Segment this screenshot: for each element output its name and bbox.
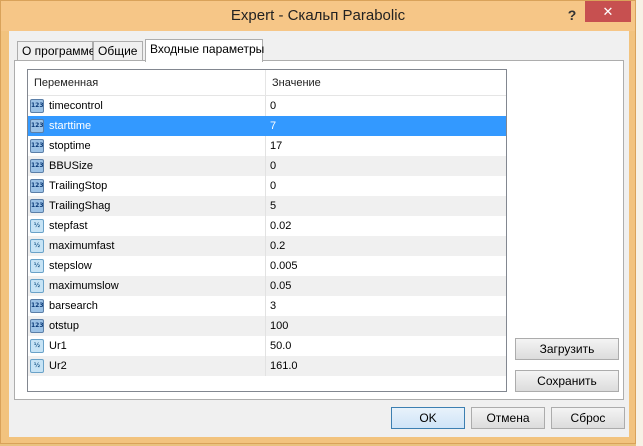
parameter-row[interactable]: 123 starttime 7 [28,116,506,136]
dialog-body: О программе Общие Входные параметры Пере… [9,31,629,437]
parameter-value-cell[interactable]: 17 [266,136,282,156]
parameter-name-cell[interactable]: ½ stepfast [28,216,266,236]
parameter-value-cell[interactable]: 3 [266,296,276,316]
parameter-name-cell[interactable]: 123 barsearch [28,296,266,316]
parameter-name-cell[interactable]: 123 stoptime [28,136,266,156]
parameter-name: otstup [49,320,79,332]
parameter-value-cell[interactable]: 50.0 [266,336,291,356]
parameter-row[interactable]: 123 barsearch 3 [28,296,506,316]
integer-type-icon: 123 [30,159,44,173]
parameter-row[interactable]: ½ stepfast 0.02 [28,216,506,236]
close-button[interactable]: ✕ [585,1,631,22]
dialog-title: Expert - Скальп Parabolic [230,7,406,24]
title-bar[interactable]: Expert - Скальп Parabolic ? ✕ [1,1,635,31]
background-edge [636,0,643,446]
tab-about[interactable]: О программе [17,41,95,61]
column-header-value[interactable]: Значение [266,70,321,95]
parameter-name: barsearch [49,300,98,312]
parameter-name-cell[interactable]: 123 TrailingShag [28,196,266,216]
double-type-icon: ½ [30,259,44,273]
parameter-name-cell[interactable]: ½ Ur2 [28,356,266,376]
parameter-name-cell[interactable]: ½ stepslow [28,256,266,276]
integer-type-icon: 123 [30,319,44,333]
close-icon: ✕ [602,4,614,19]
parameter-name-cell[interactable]: 123 BBUSize [28,156,266,176]
tab-common[interactable]: Общие [93,41,143,61]
parameter-name: maximumslow [49,280,119,292]
parameter-name: stepslow [49,260,92,272]
parameter-row[interactable]: 123 otstup 100 [28,316,506,336]
double-type-icon: ½ [30,279,44,293]
parameter-name-cell[interactable]: ½ maximumslow [28,276,266,296]
parameter-name-cell[interactable]: 123 otstup [28,316,266,336]
help-button[interactable]: ? [561,5,583,25]
parameter-name: stoptime [49,140,91,152]
parameter-name: timecontrol [49,100,103,112]
parameter-row[interactable]: 123 TrailingShag 5 [28,196,506,216]
parameter-value-cell[interactable]: 5 [266,196,276,216]
grid-rows: 123 timecontrol 0 123 starttime 7 123 stoptime 1… [28,96,506,376]
parameter-name: stepfast [49,220,88,232]
integer-type-icon: 123 [30,299,44,313]
parameter-row[interactable]: 123 stoptime 17 [28,136,506,156]
parameter-value-cell[interactable]: 0.02 [266,216,291,236]
parameter-row[interactable]: ½ stepslow 0.005 [28,256,506,276]
parameter-name: maximumfast [49,240,115,252]
parameter-name: TrailingShag [49,200,111,212]
parameter-row[interactable]: ½ maximumfast 0.2 [28,236,506,256]
parameter-name: BBUSize [49,160,94,172]
reset-button[interactable]: Сброс [551,407,625,429]
parameter-value-cell[interactable]: 7 [266,116,276,136]
parameter-value-cell[interactable]: 0.2 [266,236,285,256]
integer-type-icon: 123 [30,139,44,153]
parameter-row[interactable]: 123 TrailingStop 0 [28,176,506,196]
parameter-name: Ur2 [49,360,67,372]
parameter-value-cell[interactable]: 0 [266,96,276,116]
parameter-value-cell[interactable]: 0 [266,156,276,176]
integer-type-icon: 123 [30,99,44,113]
parameter-row[interactable]: ½ Ur2 161.0 [28,356,506,376]
parameter-value-cell[interactable]: 0.005 [266,256,298,276]
parameter-name: starttime [49,120,92,132]
column-header-variable[interactable]: Переменная [28,70,266,95]
parameter-row[interactable]: 123 timecontrol 0 [28,96,506,116]
tab-input-parameters[interactable]: Входные параметры [145,39,264,62]
double-type-icon: ½ [30,359,44,373]
parameter-name-cell[interactable]: 123 TrailingStop [28,176,266,196]
integer-type-icon: 123 [30,179,44,193]
parameter-value-cell[interactable]: 0.05 [266,276,291,296]
ok-button[interactable]: OK [391,407,465,429]
parameter-name-cell[interactable]: 123 starttime [28,116,266,136]
grid-header: Переменная Значение [28,70,506,96]
integer-type-icon: 123 [30,119,44,133]
parameter-name: Ur1 [49,340,67,352]
expert-dialog: Expert - Скальп Parabolic ? ✕ О программ… [0,0,636,444]
parameters-grid[interactable]: Переменная Значение 123 timecontrol 0 123 st… [27,69,507,392]
double-type-icon: ½ [30,239,44,253]
cancel-button[interactable]: Отмена [471,407,545,429]
double-type-icon: ½ [30,339,44,353]
parameter-name-cell[interactable]: ½ maximumfast [28,236,266,256]
parameter-row[interactable]: ½ maximumslow 0.05 [28,276,506,296]
parameter-row[interactable]: 123 BBUSize 0 [28,156,506,176]
parameter-value-cell[interactable]: 161.0 [266,356,298,376]
parameter-value-cell[interactable]: 100 [266,316,288,336]
parameter-value-cell[interactable]: 0 [266,176,276,196]
parameter-name-cell[interactable]: 123 timecontrol [28,96,266,116]
load-button[interactable]: Загрузить [515,338,619,360]
double-type-icon: ½ [30,219,44,233]
save-button[interactable]: Сохранить [515,370,619,392]
integer-type-icon: 123 [30,199,44,213]
parameter-name: TrailingStop [49,180,108,192]
parameter-row[interactable]: ½ Ur1 50.0 [28,336,506,356]
parameter-name-cell[interactable]: ½ Ur1 [28,336,266,356]
input-parameters-panel: Переменная Значение 123 timecontrol 0 123 st… [14,60,624,400]
